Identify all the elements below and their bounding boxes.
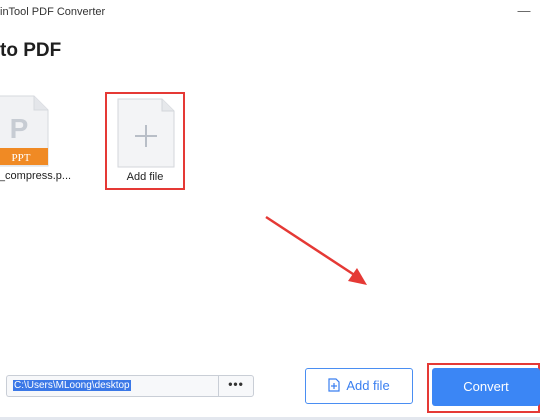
- arrow-annotation: [265, 215, 367, 285]
- add-file-button[interactable]: Add file: [305, 368, 413, 404]
- bottom-bar: C:\Users\MLoong\desktop ••• Add file Con…: [0, 360, 540, 420]
- plus-icon: [117, 98, 175, 168]
- page-title: to PDF: [0, 40, 62, 61]
- output-path-text: C:\Users\MLoong\desktop: [13, 380, 131, 391]
- app-title: inTool PDF Converter: [0, 6, 106, 18]
- title-bar: inTool PDF Converter —: [0, 0, 540, 26]
- file-type-badge: PPT: [12, 152, 31, 164]
- add-file-tile[interactable]: Add file: [105, 92, 185, 190]
- output-path-field[interactable]: C:\Users\MLoong\desktop: [6, 375, 218, 397]
- browse-button[interactable]: •••: [218, 375, 254, 397]
- ppt-file-icon: P PPT: [0, 95, 49, 167]
- add-file-icon: [328, 378, 340, 392]
- ppt-letter: P: [10, 113, 29, 144]
- add-file-tile-label: Add file: [126, 171, 164, 183]
- file-name: _compress.p...: [0, 170, 72, 182]
- convert-button[interactable]: Convert: [432, 368, 540, 406]
- add-file-button-label: Add file: [346, 378, 390, 393]
- file-item[interactable]: P PPT _compress.p...: [0, 94, 80, 188]
- minimize-button[interactable]: —: [512, 2, 536, 22]
